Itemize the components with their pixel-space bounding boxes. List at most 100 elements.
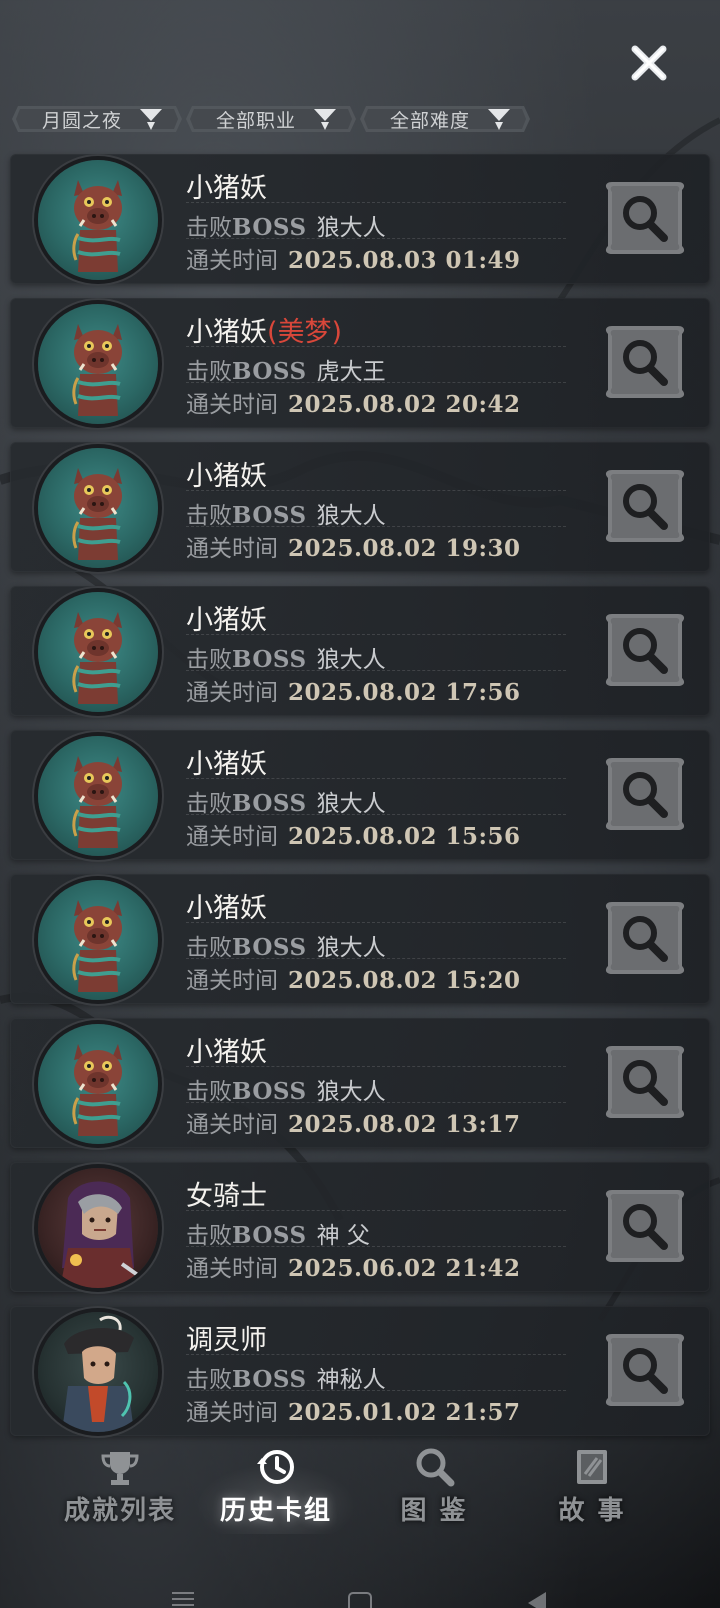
tab-codex-label: 图 鉴 (400, 1496, 468, 1526)
boss-defeated: 击败BOSS 虎大王 (186, 352, 386, 386)
pig-demon-avatar-art (72, 756, 122, 848)
history-record-row[interactable]: 小猪妖 击败BOSS 狼大人 通关时间 2025.08.03 01:49 (10, 154, 710, 284)
home-icon[interactable] (348, 1592, 372, 1608)
hero-name: 小猪妖 (186, 1030, 267, 1069)
clear-time-value: 2025.08.02 13:17 (288, 1111, 521, 1138)
view-deck-button[interactable] (602, 176, 688, 260)
divider (186, 814, 566, 815)
view-deck-button[interactable] (602, 608, 688, 692)
clear-time-label: 通关时间 (186, 968, 278, 994)
filter-difficulty[interactable]: 全部难度 (358, 100, 532, 138)
hero-name-text: 小猪妖 (186, 317, 267, 348)
history-record-row[interactable]: 小猪妖 击败BOSS 狼大人 通关时间 2025.08.02 19:30 (10, 442, 710, 572)
history-record-row[interactable]: 小猪妖(美梦) 击败BOSS 虎大王 通关时间 2025.08.02 20:42 (10, 298, 710, 428)
pig-demon-avatar-art (72, 612, 122, 704)
tab-achievements[interactable]: 成就列表 (40, 1440, 200, 1550)
tab-achievements-label: 成就列表 (63, 1496, 176, 1526)
spirit-tuner-avatar (38, 1312, 158, 1432)
boss-word: BOSS (232, 934, 307, 961)
pig-demon-avatar (38, 448, 158, 568)
history-record-row[interactable]: 小猪妖 击败BOSS 狼大人 通关时间 2025.08.02 15:56 (10, 730, 710, 860)
boss-word: BOSS (232, 1366, 307, 1393)
divider (186, 382, 566, 383)
clear-time: 通关时间 2025.08.02 20:42 (186, 385, 521, 419)
clear-time: 通关时间 2025.06.02 21:42 (186, 1249, 521, 1283)
boss-defeated: 击败BOSS 神秘人 (186, 1360, 386, 1394)
divider (186, 490, 566, 491)
boss-defeated: 击败BOSS 狼大人 (186, 928, 386, 962)
tab-history-decks[interactable]: 历史卡组 (196, 1440, 356, 1550)
hero-name: 调灵师 (186, 1318, 267, 1357)
boss-defeated: 击败BOSS 狼大人 (186, 784, 386, 818)
clear-time-value: 2025.08.02 17:56 (288, 679, 521, 706)
clear-time-value: 2025.08.02 15:56 (288, 823, 521, 850)
pig-demon-avatar (38, 304, 158, 424)
hero-name-text: 小猪妖 (186, 749, 267, 780)
pig-demon-avatar (38, 736, 158, 856)
view-deck-button[interactable] (602, 1184, 688, 1268)
history-record-row[interactable]: 调灵师 击败BOSS 神秘人 通关时间 2025.01.02 21:57 (10, 1306, 710, 1436)
chevron-down-icon (488, 109, 510, 130)
hero-name: 小猪妖 (186, 598, 267, 637)
hero-name-text: 小猪妖 (186, 605, 267, 636)
history-record-row[interactable]: 小猪妖 击败BOSS 狼大人 通关时间 2025.08.02 17:56 (10, 586, 710, 716)
clear-time-label: 通关时间 (186, 392, 278, 418)
close-button[interactable] (626, 40, 672, 86)
divider (186, 1066, 566, 1067)
boss-word: BOSS (232, 1078, 307, 1105)
view-deck-button[interactable] (602, 752, 688, 836)
divider (186, 1102, 566, 1103)
magnifier-icon (605, 758, 685, 830)
divider (186, 1210, 566, 1211)
filter-class-label: 全部职业 (216, 109, 297, 132)
clear-time-value: 2025.08.02 15:20 (288, 967, 521, 994)
clear-time-label: 通关时间 (186, 1256, 278, 1282)
history-icon (257, 1450, 294, 1484)
tab-story[interactable]: 故 事 (512, 1440, 672, 1550)
clear-time-label: 通关时间 (186, 536, 278, 562)
hero-name-text: 小猪妖 (186, 1037, 267, 1068)
hero-name: 小猪妖 (186, 454, 267, 493)
filter-difficulty-label: 全部难度 (390, 109, 471, 132)
pig-demon-avatar (38, 160, 158, 280)
history-record-row[interactable]: 小猪妖 击败BOSS 狼大人 通关时间 2025.08.02 13:17 (10, 1018, 710, 1148)
filter-class[interactable]: 全部职业 (184, 100, 358, 138)
divider (186, 778, 566, 779)
filter-chapter[interactable]: 月圆之夜 (10, 100, 184, 138)
view-deck-button[interactable] (602, 1040, 688, 1124)
pig-demon-avatar-art (72, 180, 122, 272)
back-icon[interactable] (528, 1592, 546, 1608)
magnifier-icon (605, 1046, 685, 1118)
history-record-row[interactable]: 小猪妖 击败BOSS 狼大人 通关时间 2025.08.02 15:20 (10, 874, 710, 1004)
history-record-row[interactable]: 女骑士 击败BOSS 神 父 通关时间 2025.06.02 21:42 (10, 1162, 710, 1292)
menu-icon[interactable] (172, 1592, 194, 1606)
female-knight-avatar-art (60, 1181, 144, 1288)
clear-time-value: 2025.08.02 19:30 (288, 535, 521, 562)
boss-defeated: 击败BOSS 狼大人 (186, 208, 386, 242)
magnifier-icon (605, 182, 685, 254)
boss-word: BOSS (232, 214, 307, 241)
close-icon (631, 45, 667, 81)
hero-name-text: 小猪妖 (186, 173, 267, 204)
view-deck-button[interactable] (602, 464, 688, 548)
divider (186, 526, 566, 527)
view-deck-button[interactable] (602, 320, 688, 404)
clear-time-label: 通关时间 (186, 248, 278, 274)
divider (186, 1390, 566, 1391)
tab-codex[interactable]: 图 鉴 (354, 1440, 514, 1550)
divider (186, 922, 566, 923)
view-deck-button[interactable] (602, 896, 688, 980)
hero-name: 小猪妖 (186, 886, 267, 925)
clear-time: 通关时间 2025.08.02 15:20 (186, 961, 521, 995)
view-deck-button[interactable] (602, 1328, 688, 1412)
spirit-tuner-avatar-art (62, 1315, 134, 1432)
trophy-icon (101, 1452, 139, 1485)
pig-demon-avatar-art (72, 468, 122, 560)
clear-time: 通关时间 2025.08.02 19:30 (186, 529, 521, 563)
clear-time-value: 2025.01.02 21:57 (288, 1399, 521, 1426)
boss-defeated: 击败BOSS 狼大人 (186, 496, 386, 530)
clear-time: 通关时间 2025.08.03 01:49 (186, 241, 521, 275)
chevron-down-icon (140, 109, 162, 130)
clear-time-label: 通关时间 (186, 1400, 278, 1426)
history-deck-list: 小猪妖 击败BOSS 狼大人 通关时间 2025.08.03 01:49 小猪妖(美… (10, 154, 710, 1450)
